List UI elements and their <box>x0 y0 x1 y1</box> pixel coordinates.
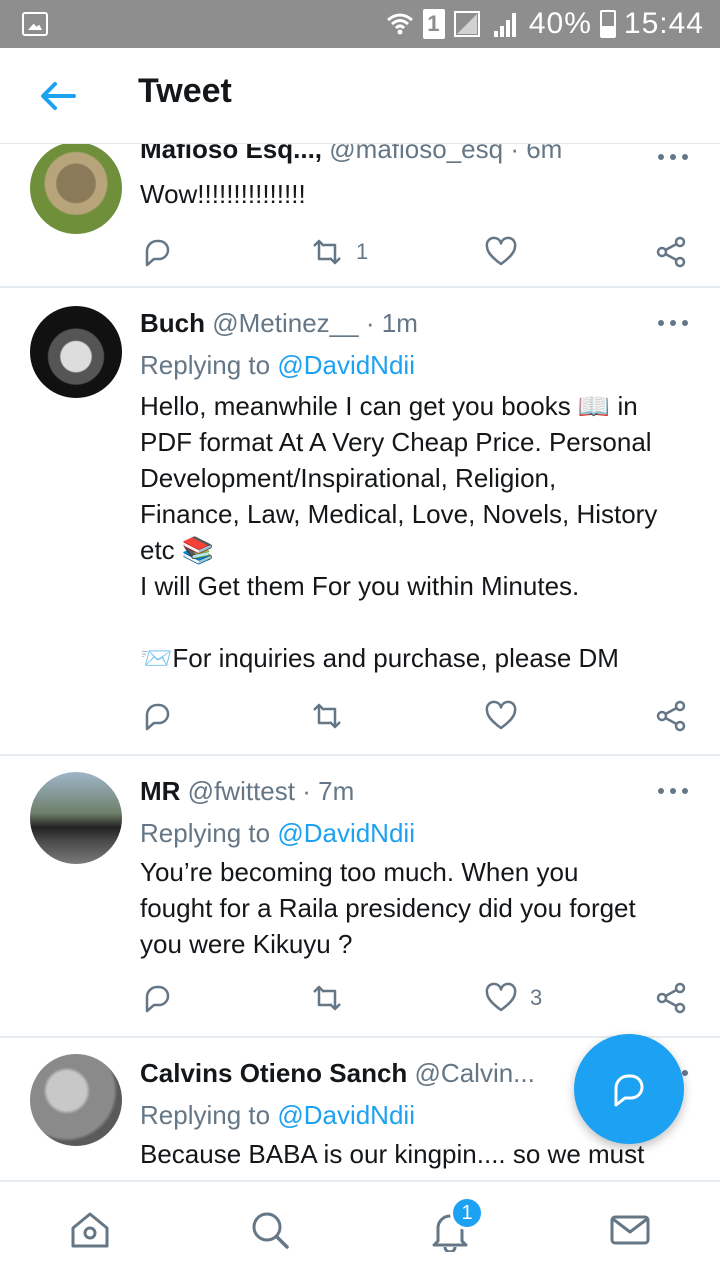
reply-icon <box>145 703 170 731</box>
status-bar-right: 1 40% 15:44 <box>385 6 704 42</box>
like-button[interactable] <box>484 232 530 272</box>
notification-badge: 1 <box>450 1196 484 1230</box>
reply-icon <box>145 239 170 267</box>
wifi-icon <box>385 9 415 39</box>
replying-to: Replying to @DavidNdii <box>140 818 415 848</box>
like-button[interactable] <box>484 696 530 736</box>
page-title: Tweet <box>138 72 232 110</box>
tweet-header: Mafioso Esq..., @mafioso_esq · 6m <box>140 144 690 165</box>
status-bar: 1 40% 15:44 <box>0 0 720 48</box>
compose-reply-button[interactable] <box>574 1034 684 1144</box>
reply-button[interactable] <box>140 978 174 1018</box>
tweet-header: MR @fwittest · 7m <box>140 776 355 806</box>
search-icon[interactable] <box>248 1208 296 1256</box>
signal-bars-icon <box>491 9 521 39</box>
more-options-icon[interactable] <box>658 786 690 796</box>
heart-icon <box>485 982 517 1012</box>
tweet-time: 1m <box>381 308 418 338</box>
share-button[interactable] <box>654 696 688 736</box>
mention-link[interactable]: @DavidNdii <box>277 350 415 380</box>
retweet-icon <box>313 985 341 1011</box>
tweet-time: 7m <box>318 776 355 806</box>
share-icon <box>656 700 686 732</box>
reply-feed[interactable]: Mafioso Esq..., @mafioso_esq · 6m Wow!!!… <box>0 144 720 1180</box>
retweet-count: 1 <box>356 239 369 264</box>
retweet-button[interactable] <box>310 978 356 1018</box>
app-header: Tweet <box>0 48 720 144</box>
retweet-icon <box>313 703 341 729</box>
bottom-navigation: 1 <box>0 1180 720 1280</box>
retweet-icon <box>313 239 341 265</box>
more-options-icon[interactable] <box>658 152 690 162</box>
avatar[interactable] <box>30 1054 122 1146</box>
replying-to: Replying to @DavidNdii <box>140 350 415 380</box>
tweet-text: Hello, meanwhile I can get you books 📖 i… <box>140 391 658 673</box>
tweet-header: Buch @Metinez__ · 1m <box>140 308 418 338</box>
tweet-item[interactable]: Buch @Metinez__ · 1m Replying to @DavidN… <box>0 288 720 756</box>
author-name[interactable]: Calvins Otieno Sanch <box>140 1058 407 1088</box>
mention-link[interactable]: @DavidNdii <box>277 818 415 848</box>
reply-icon <box>145 985 170 1013</box>
author-name[interactable]: MR <box>140 776 180 806</box>
replying-to: Replying to @DavidNdii <box>140 1100 415 1130</box>
author-handle[interactable]: @mafioso_esq <box>329 144 503 164</box>
messages-icon[interactable] <box>608 1208 656 1256</box>
tweet-time: 6m <box>526 144 563 164</box>
clock: 15:44 <box>623 7 704 40</box>
reply-icon <box>614 1074 644 1107</box>
share-icon <box>656 982 686 1014</box>
mention-link[interactable]: @DavidNdii <box>277 1100 415 1130</box>
avatar[interactable] <box>30 772 122 864</box>
gallery-notification-icon <box>22 12 48 36</box>
author-name[interactable]: Mafioso Esq..., <box>140 144 322 164</box>
author-handle[interactable]: @fwittest <box>188 776 295 806</box>
battery-icon <box>599 10 616 38</box>
tweet-actions: 1 <box>140 232 690 272</box>
tweet-text: You’re becoming too much. When you fough… <box>140 857 636 959</box>
avatar[interactable] <box>30 306 122 398</box>
heart-icon <box>485 700 517 730</box>
author-handle[interactable]: @Metinez__ <box>212 308 358 338</box>
tweet-text: Wow!!!!!!!!!!!!!!! <box>140 179 306 209</box>
avatar[interactable] <box>30 144 122 234</box>
author-name[interactable]: Buch <box>140 308 205 338</box>
author-handle[interactable]: @Calvin... <box>415 1058 535 1088</box>
tweet-header: Calvins Otieno Sanch @Calvin... <box>140 1058 550 1089</box>
tweet-item[interactable]: Mafioso Esq..., @mafioso_esq · 6m Wow!!!… <box>0 144 720 288</box>
signal-icon <box>453 9 483 39</box>
share-button[interactable] <box>654 978 688 1018</box>
share-button[interactable] <box>654 232 688 272</box>
tweet-actions: 3 <box>140 978 690 1018</box>
reply-button[interactable] <box>140 696 174 736</box>
tweet-text: Because BABA is our kingpin.... so we mu… <box>140 1139 645 1169</box>
like-button[interactable]: 3 <box>484 978 542 1018</box>
sim-icon: 1 <box>422 9 445 39</box>
tweet-item[interactable]: MR @fwittest · 7m Replying to @DavidNdii… <box>0 756 720 1038</box>
retweet-button[interactable]: 1 <box>310 232 368 272</box>
like-count: 3 <box>530 985 543 1010</box>
retweet-button[interactable] <box>310 696 356 736</box>
share-icon <box>656 236 686 268</box>
more-options-icon[interactable] <box>658 318 690 328</box>
battery-percent: 40% <box>528 7 592 40</box>
home-icon[interactable] <box>68 1208 116 1256</box>
tweet-actions <box>140 696 690 736</box>
back-arrow-icon[interactable] <box>38 78 78 114</box>
reply-button[interactable] <box>140 232 174 272</box>
heart-icon <box>485 236 517 266</box>
